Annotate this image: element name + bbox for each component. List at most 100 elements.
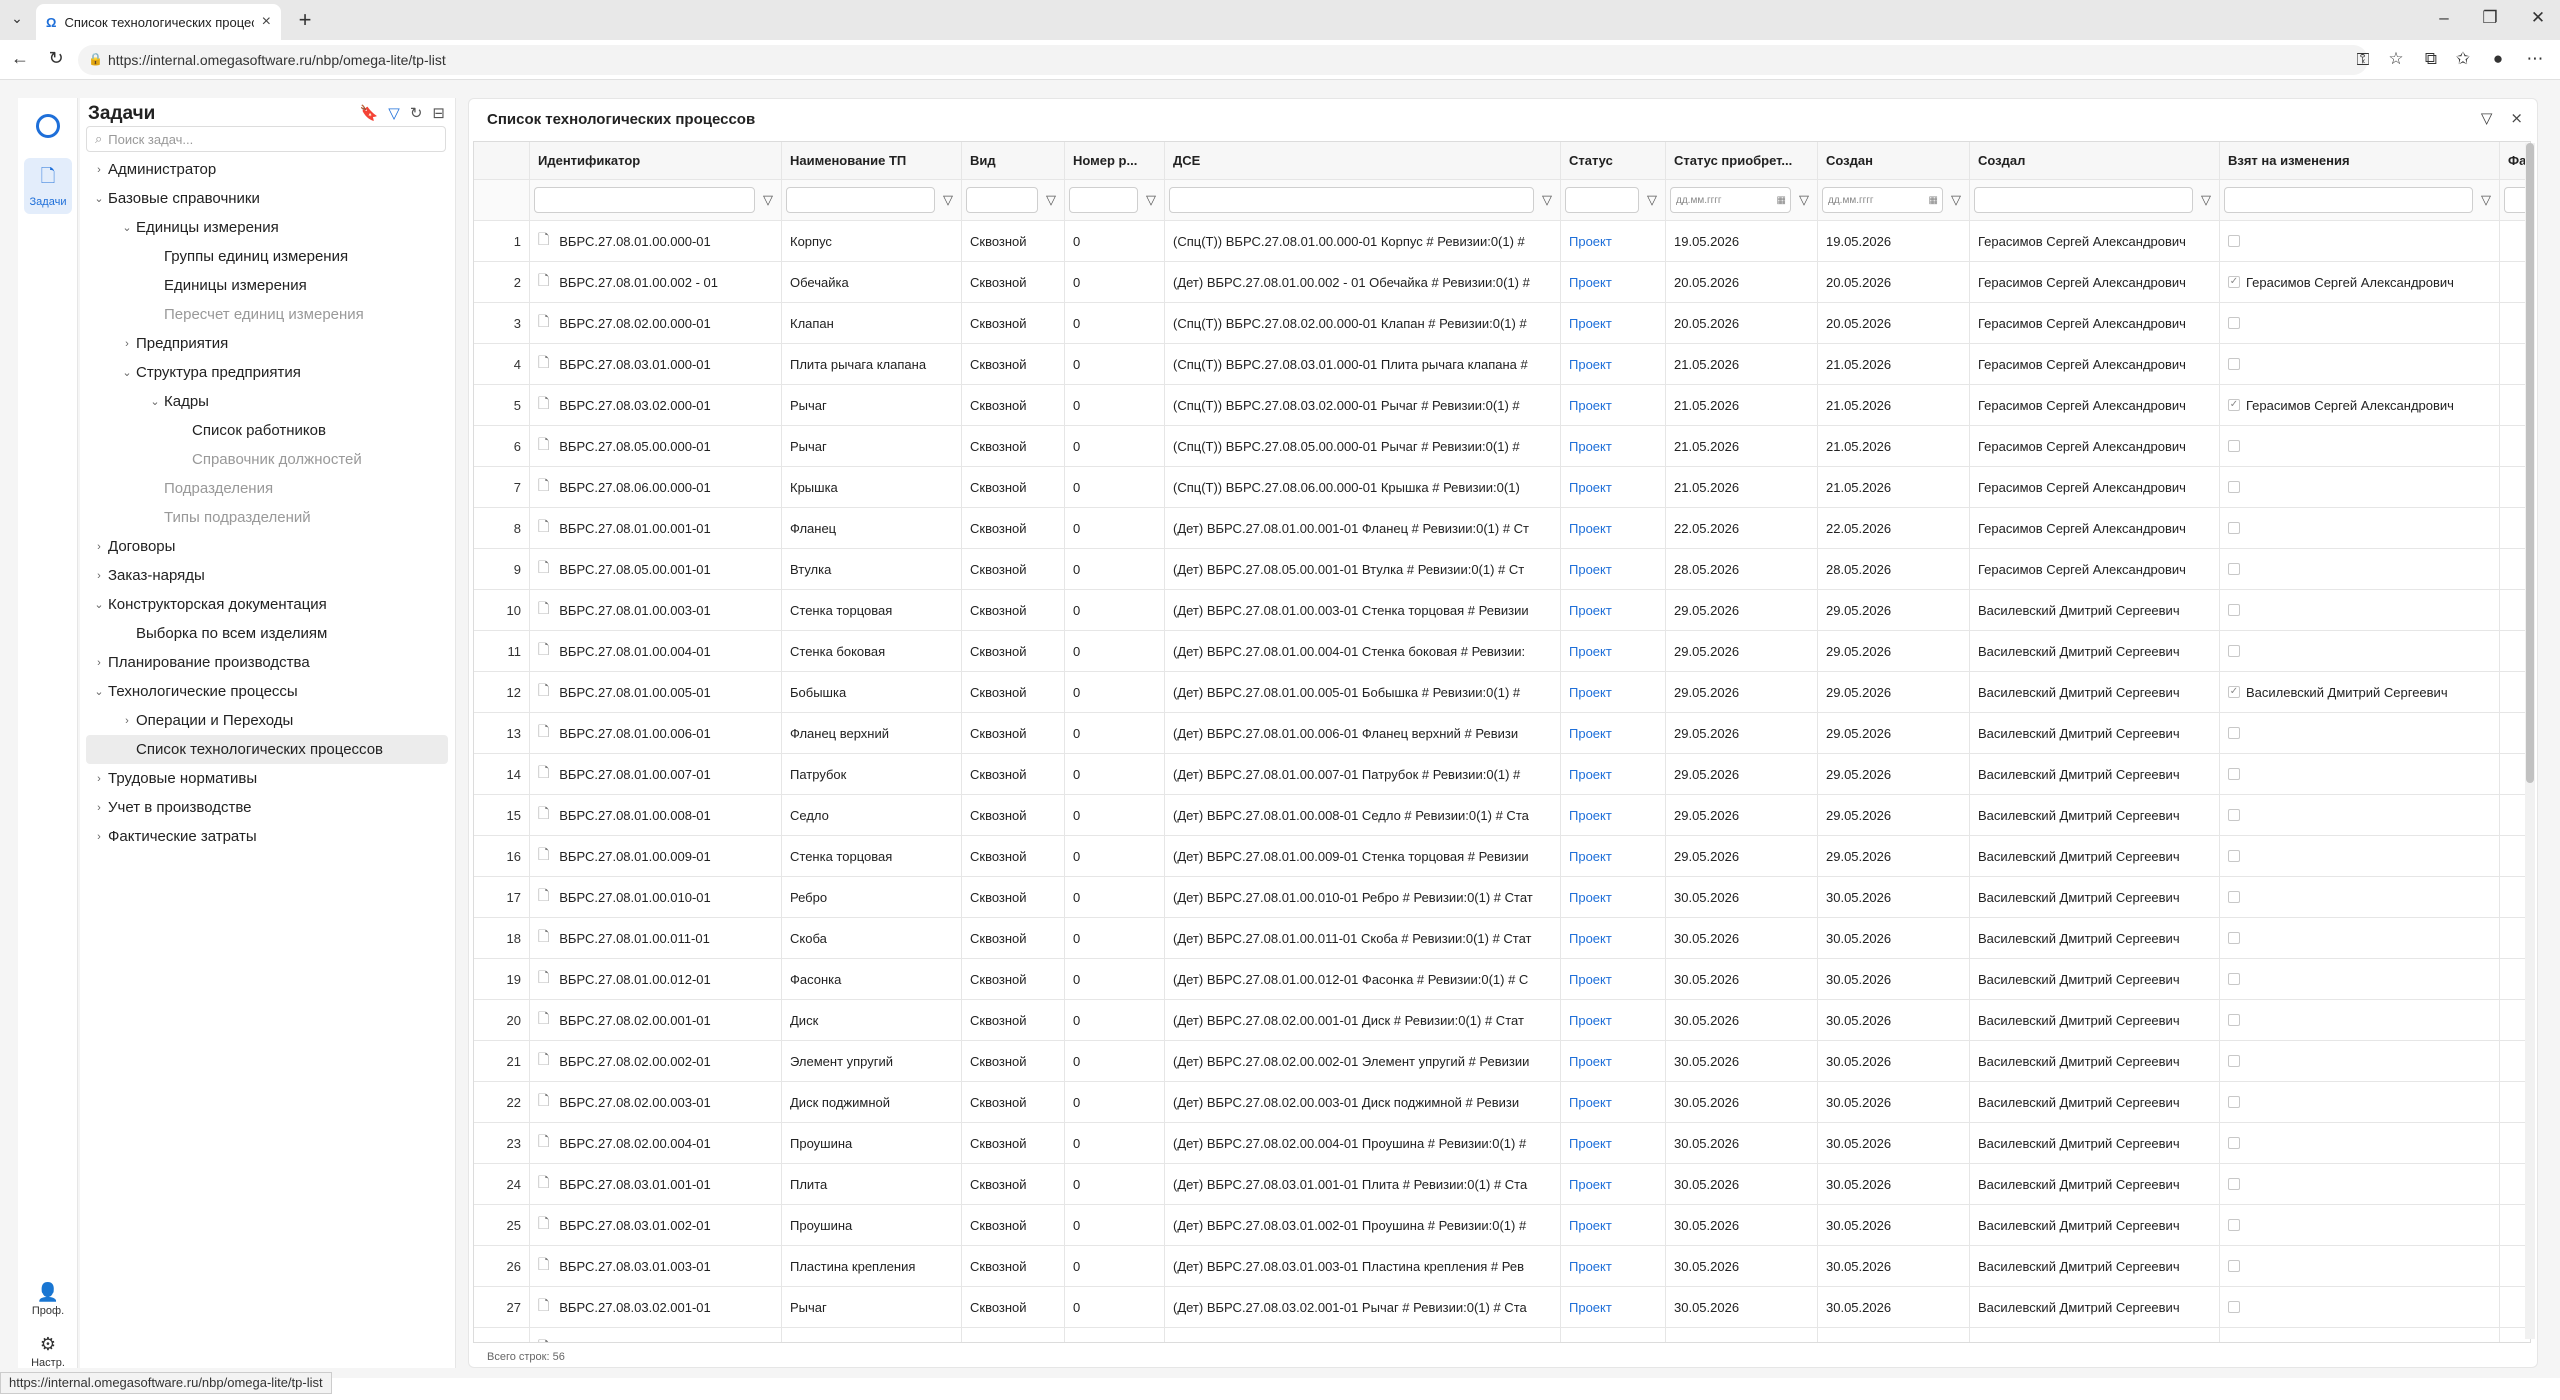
filter-icon[interactable]: ▽ <box>1042 192 1060 208</box>
tree-item[interactable]: Пересчет единиц измерения <box>86 300 448 329</box>
column-filter-input[interactable] <box>1565 187 1639 213</box>
table-row[interactable]: 18 🗋 ВБРС.27.08.01.00.011-01 Скоба Сквозной 0… <box>474 918 2530 959</box>
cell-text[interactable]: Проект <box>1569 1300 1612 1315</box>
table-row[interactable]: 15 🗋 ВБРС.27.08.01.00.008-01 Седло Сквозной 0… <box>474 795 2530 836</box>
tree-item[interactable]: Список работников <box>86 416 448 445</box>
browser-tab[interactable]: Ω Список технологических процес × <box>36 4 281 40</box>
taken-checkbox[interactable] <box>2228 891 2240 903</box>
cell-text[interactable]: Проект <box>1569 1218 1612 1233</box>
tree-item[interactable]: ⌄ Структура предприятия <box>86 358 448 387</box>
tree-item[interactable]: Типы подразделений <box>86 503 448 532</box>
table-row[interactable]: 2 🗋 ВБРС.27.08.01.00.002 - 01 Обечайка Сквоз… <box>474 262 2530 303</box>
table-row[interactable]: 7 🗋 ВБРС.27.08.06.00.000-01 Крышка Сквозной 0… <box>474 467 2530 508</box>
column-header[interactable]: Наименование ТП <box>782 142 962 179</box>
tree-item[interactable]: › Учет в производстве <box>86 793 448 822</box>
table-row[interactable]: 9 🗋 ВБРС.27.08.05.00.001-01 Втулка Сквозной 0… <box>474 549 2530 590</box>
chevron-right-icon[interactable]: › <box>90 164 108 176</box>
tree-search-input[interactable]: ⌕ Поиск задач... <box>86 126 446 152</box>
taken-checkbox[interactable] <box>2228 563 2240 575</box>
cell-text[interactable]: Проект <box>1569 1095 1612 1110</box>
minimize-button[interactable]: – <box>2432 8 2456 28</box>
taken-checkbox[interactable] <box>2228 1301 2240 1313</box>
filter-icon[interactable]: ▽ <box>2481 109 2493 127</box>
taken-checkbox[interactable] <box>2228 1178 2240 1190</box>
column-header[interactable]: Создан <box>1818 142 1970 179</box>
column-header[interactable]: Номер р... <box>1065 142 1165 179</box>
tree-item[interactable]: › Предприятия <box>86 329 448 358</box>
taken-checkbox[interactable] <box>2228 358 2240 370</box>
close-window-button[interactable]: ✕ <box>2526 8 2550 28</box>
table-row[interactable]: 20 🗋 ВБРС.27.08.02.00.001-01 Диск Сквозной 0 (… <box>474 1000 2530 1041</box>
column-header[interactable]: Вид <box>962 142 1065 179</box>
filter-icon[interactable]: ▽ <box>2197 192 2215 208</box>
table-row[interactable]: 6 🗋 ВБРС.27.08.05.00.000-01 Рычаг Сквозной 0 (… <box>474 426 2530 467</box>
column-header[interactable]: Идентификатор <box>530 142 782 179</box>
table-row[interactable]: 26 🗋 ВБРС.27.08.03.01.003-01 Пластина крепл… <box>474 1246 2530 1287</box>
column-header[interactable]: ДСЕ <box>1165 142 1561 179</box>
cell-text[interactable]: Проект <box>1569 603 1612 618</box>
chevron-right-icon[interactable]: › <box>118 715 136 727</box>
tree-item[interactable]: › Заказ-наряды <box>86 561 448 590</box>
filter-icon[interactable]: ▽ <box>2477 192 2495 208</box>
tree-item[interactable]: › Администратор <box>86 155 448 184</box>
taken-checkbox[interactable] <box>2228 1219 2240 1231</box>
taken-checkbox[interactable]: ✓ <box>2228 1342 2240 1343</box>
chevron-down-icon[interactable]: ⌄ <box>90 192 108 205</box>
cell-text[interactable]: Проект <box>1569 1177 1612 1192</box>
cell-text[interactable]: Проект <box>1569 1054 1612 1069</box>
table-row[interactable]: 11 🗋 ВБРС.27.08.01.00.004-01 Стенка боковая… <box>474 631 2530 672</box>
column-header[interactable]: Взят на изменения <box>2220 142 2500 179</box>
filter-icon[interactable]: ▽ <box>1643 192 1661 208</box>
taken-checkbox[interactable] <box>2228 973 2240 985</box>
rail-profile[interactable]: 👤 Проф. <box>24 1276 72 1323</box>
taken-checkbox[interactable] <box>2228 932 2240 944</box>
table-row[interactable]: 22 🗋 ВБРС.27.08.02.00.003-01 Диск поджимной… <box>474 1082 2530 1123</box>
tree-item[interactable]: › Договоры <box>86 532 448 561</box>
cell-text[interactable]: Проект <box>1569 767 1612 782</box>
collapse-icon[interactable]: ⊟ <box>432 104 445 122</box>
taken-checkbox[interactable] <box>2228 768 2240 780</box>
filter-icon[interactable]: ▽ <box>1142 192 1160 208</box>
taken-checkbox[interactable] <box>2228 1260 2240 1272</box>
column-filter-input[interactable]: дд.мм.гггг ▦ <box>1670 187 1791 213</box>
cell-text[interactable]: Проект <box>1569 931 1612 946</box>
column-header[interactable]: Создал <box>1970 142 2220 179</box>
tree-item[interactable]: Справочник должностей <box>86 445 448 474</box>
favorites-icon[interactable]: ✩ <box>2452 49 2474 69</box>
rail-settings[interactable]: ⚙ Настр. <box>24 1328 72 1375</box>
column-filter-input[interactable] <box>1974 187 2193 213</box>
tree-item[interactable]: Подразделения <box>86 474 448 503</box>
tree-item[interactable]: › Фактические затраты <box>86 822 448 851</box>
chevron-right-icon[interactable]: › <box>118 338 136 350</box>
table-row[interactable]: 16 🗋 ВБРС.27.08.01.00.009-01 Стенка торцова… <box>474 836 2530 877</box>
tab-list-chevron-icon[interactable]: ⌄ <box>6 10 28 30</box>
cell-text[interactable]: Проект <box>1569 316 1612 331</box>
tree-item[interactable]: ⌄ Конструкторская документация <box>86 590 448 619</box>
url-field[interactable]: 🔒 https://internal.omegasoftware.ru/nbp/… <box>78 45 2368 75</box>
cell-text[interactable]: Проект <box>1569 972 1612 987</box>
filter-icon[interactable]: ▽ <box>1538 192 1556 208</box>
chevron-down-icon[interactable]: ⌄ <box>118 366 136 379</box>
chevron-right-icon[interactable]: › <box>90 541 108 553</box>
tree-item[interactable]: ⌄ Кадры <box>86 387 448 416</box>
column-filter-input[interactable] <box>786 187 935 213</box>
column-filter-input[interactable] <box>2224 187 2473 213</box>
tree-item[interactable]: ⌄ Технологические процессы <box>86 677 448 706</box>
tree-item[interactable]: › Планирование производства <box>86 648 448 677</box>
cell-text[interactable]: Проект <box>1569 398 1612 413</box>
table-row[interactable]: 21 🗋 ВБРС.27.08.02.00.002-01 Элемент упруги… <box>474 1041 2530 1082</box>
taken-checkbox[interactable]: ✓ <box>2228 686 2240 698</box>
tree-item[interactable]: Выборка по всем изделиям <box>86 619 448 648</box>
cell-text[interactable]: Проект <box>1569 480 1612 495</box>
tree-item[interactable]: ⌄ Базовые справочники <box>86 184 448 213</box>
cell-text[interactable]: Проект <box>1569 275 1612 290</box>
bookmark-icon[interactable]: 🔖 <box>360 104 379 122</box>
chevron-down-icon[interactable]: ⌄ <box>118 221 136 234</box>
cell-text[interactable]: Проект <box>1569 685 1612 700</box>
chevron-down-icon[interactable]: ⌄ <box>146 395 164 408</box>
key-icon[interactable]: ⚿ <box>2352 50 2374 70</box>
chevron-right-icon[interactable]: › <box>90 831 108 843</box>
taken-checkbox[interactable] <box>2228 440 2240 452</box>
table-scrollbar[interactable] <box>2525 143 2535 1339</box>
cell-text[interactable]: Проект <box>1569 808 1612 823</box>
